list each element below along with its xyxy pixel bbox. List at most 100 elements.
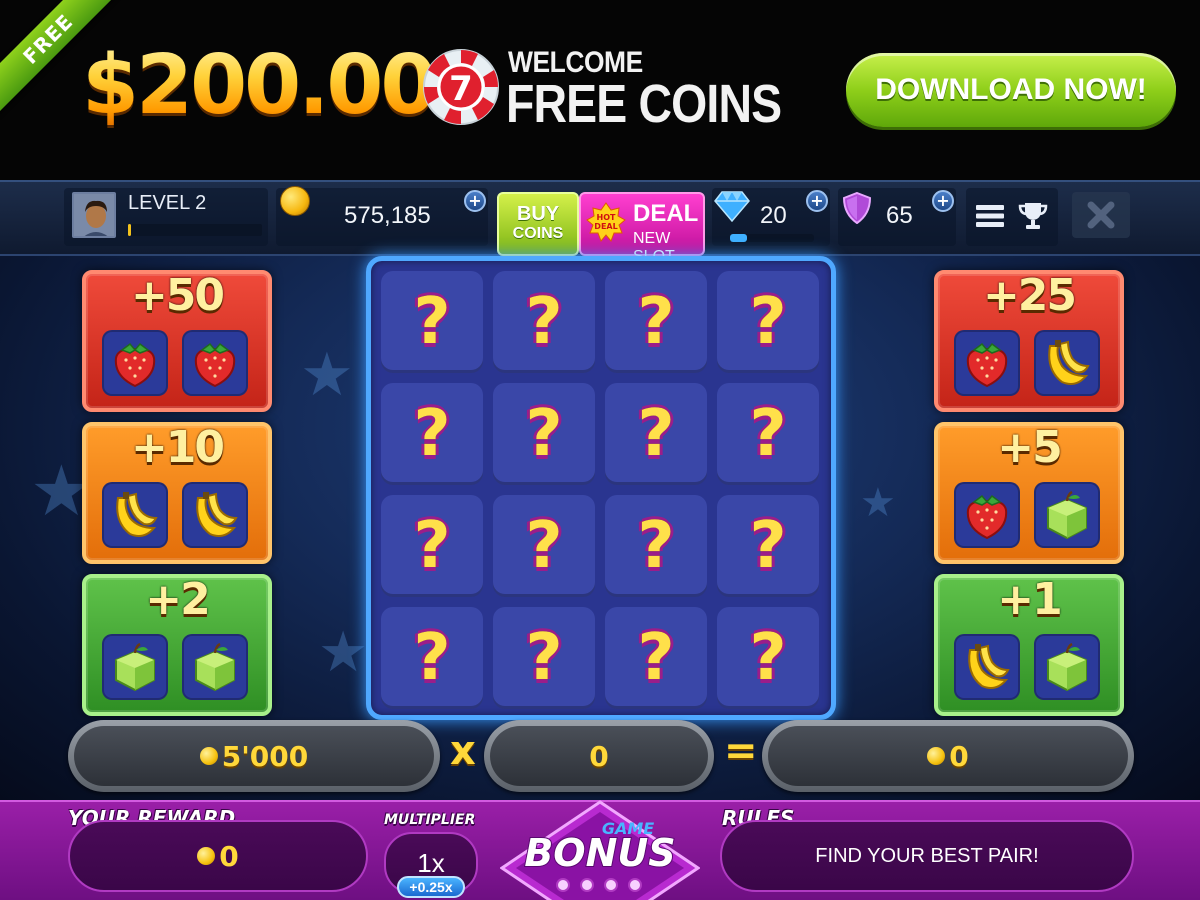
deal-label: DEAL: [633, 200, 699, 227]
banana-icon: [954, 634, 1020, 700]
question-mark-icon: ?: [637, 621, 675, 695]
apple-icon: [1034, 482, 1100, 548]
question-mark-icon: ?: [749, 397, 787, 471]
question-mark-icon: ?: [749, 621, 787, 695]
shields-balance: 65: [886, 202, 913, 229]
paytable-card: +10: [82, 422, 272, 564]
coin-icon: [199, 747, 218, 765]
download-now-button[interactable]: DOWNLOAD NOW!: [846, 53, 1176, 127]
question-mark-icon: ?: [749, 285, 787, 359]
paytable-card: +5: [934, 422, 1124, 564]
question-mark-icon: ?: [525, 285, 563, 359]
background-star-icon: ★: [860, 480, 896, 526]
background-star-icon: ★: [318, 620, 369, 685]
question-mark-icon: ?: [637, 509, 675, 583]
game-bonus-logo: GAME BONUS: [500, 800, 700, 900]
pay-value: +2: [145, 574, 210, 625]
page-dot: [556, 878, 570, 892]
casino-chip-icon: 7: [423, 49, 499, 125]
deal-button[interactable]: HOT DEAL DEAL NEW SLOT: [579, 192, 705, 265]
page-dot: [628, 878, 642, 892]
coin-icon: [280, 186, 310, 216]
result-pill: 0: [762, 720, 1134, 792]
pick-board: ????????????????: [366, 256, 836, 720]
bonus-big-text: BONUS: [524, 831, 675, 875]
mystery-tile[interactable]: ?: [605, 495, 707, 597]
multiplier-title: MULTIPLIER: [384, 812, 476, 828]
mystery-tile[interactable]: ?: [717, 383, 819, 485]
equals-sign: =: [724, 728, 758, 774]
gems-balance: 20: [760, 202, 787, 229]
question-mark-icon: ?: [637, 285, 675, 359]
mystery-tile[interactable]: ?: [493, 271, 595, 373]
banana-icon: [1034, 330, 1100, 396]
coins-balance: 575,185: [344, 202, 431, 229]
paytable-card: +50: [82, 270, 272, 412]
multiplier-increment-badge: +0.25x: [397, 876, 465, 898]
pay-value: +25: [982, 270, 1077, 321]
coin-icon: [927, 747, 946, 765]
apple-icon: [1034, 634, 1100, 700]
mystery-tile[interactable]: ?: [493, 495, 595, 597]
mystery-tile[interactable]: ?: [605, 607, 707, 709]
mystery-tile[interactable]: ?: [381, 383, 483, 485]
question-mark-icon: ?: [413, 397, 451, 471]
mystery-tile[interactable]: ?: [717, 607, 819, 709]
bet-value: 5'000: [221, 739, 309, 773]
add-gems-button[interactable]: +: [806, 190, 828, 212]
close-icon: [1087, 201, 1115, 229]
menu-icon[interactable]: [976, 204, 1004, 228]
game-area: ★ ★ ★ ★ LEVEL 2 575,185 + BUY COINS HOT …: [0, 180, 1200, 800]
coin-icon: [197, 847, 216, 865]
paytable-card: +2: [82, 574, 272, 716]
banana-icon: [102, 482, 168, 548]
mystery-tile[interactable]: ?: [381, 495, 483, 597]
mystery-tile[interactable]: ?: [605, 383, 707, 485]
apple-icon: [182, 634, 248, 700]
page-dot: [580, 878, 594, 892]
strawberry-icon: [954, 482, 1020, 548]
player-avatar[interactable]: [72, 192, 116, 238]
times-sign: x: [450, 728, 476, 774]
strawberry-icon: [182, 330, 248, 396]
mystery-tile[interactable]: ?: [717, 495, 819, 597]
reward-field: 0: [68, 820, 368, 892]
buy-coins-line2: COINS: [512, 225, 564, 242]
buy-coins-button[interactable]: BUY COINS: [497, 192, 579, 256]
level-progress-fill: [128, 224, 131, 236]
mystery-tile[interactable]: ?: [493, 607, 595, 709]
add-coins-button[interactable]: +: [464, 190, 486, 212]
question-mark-icon: ?: [525, 397, 563, 471]
mystery-tile[interactable]: ?: [605, 271, 707, 373]
bet-pill: 5'000: [68, 720, 440, 792]
pay-value: +50: [130, 270, 225, 321]
promo-banner: FREE $200.000 7 WELCOME FREE COINS DOWNL…: [0, 0, 1200, 180]
page-dot: [604, 878, 618, 892]
pay-value: +5: [997, 422, 1062, 473]
status-bar: LEVEL 2 575,185 + BUY COINS HOT DEAL DEA…: [0, 180, 1200, 265]
shield-icon: [842, 192, 872, 224]
mystery-tile[interactable]: ?: [381, 271, 483, 373]
question-mark-icon: ?: [413, 621, 451, 695]
buy-coins-line1: BUY: [516, 203, 560, 225]
banana-icon: [182, 482, 248, 548]
pay-value: +10: [130, 422, 225, 473]
free-coins-text: FREE COINS: [506, 74, 782, 134]
hot-deal-line1: HOT: [597, 213, 616, 222]
rules-field: FIND YOUR BEST PAIR!: [720, 820, 1134, 892]
question-mark-icon: ?: [749, 509, 787, 583]
strawberry-icon: [102, 330, 168, 396]
add-shields-button[interactable]: +: [932, 190, 954, 212]
level-label: LEVEL 2: [128, 192, 207, 214]
question-mark-icon: ?: [525, 621, 563, 695]
pay-value: +1: [997, 574, 1062, 625]
paytable-card: +25: [934, 270, 1124, 412]
mystery-tile[interactable]: ?: [381, 607, 483, 709]
question-mark-icon: ?: [413, 509, 451, 583]
paytable-card: +1: [934, 574, 1124, 716]
background-star-icon: ★: [300, 340, 354, 410]
trophy-icon[interactable]: [1018, 202, 1048, 230]
mystery-tile[interactable]: ?: [717, 271, 819, 373]
mystery-tile[interactable]: ?: [493, 383, 595, 485]
close-button[interactable]: [1072, 192, 1130, 238]
